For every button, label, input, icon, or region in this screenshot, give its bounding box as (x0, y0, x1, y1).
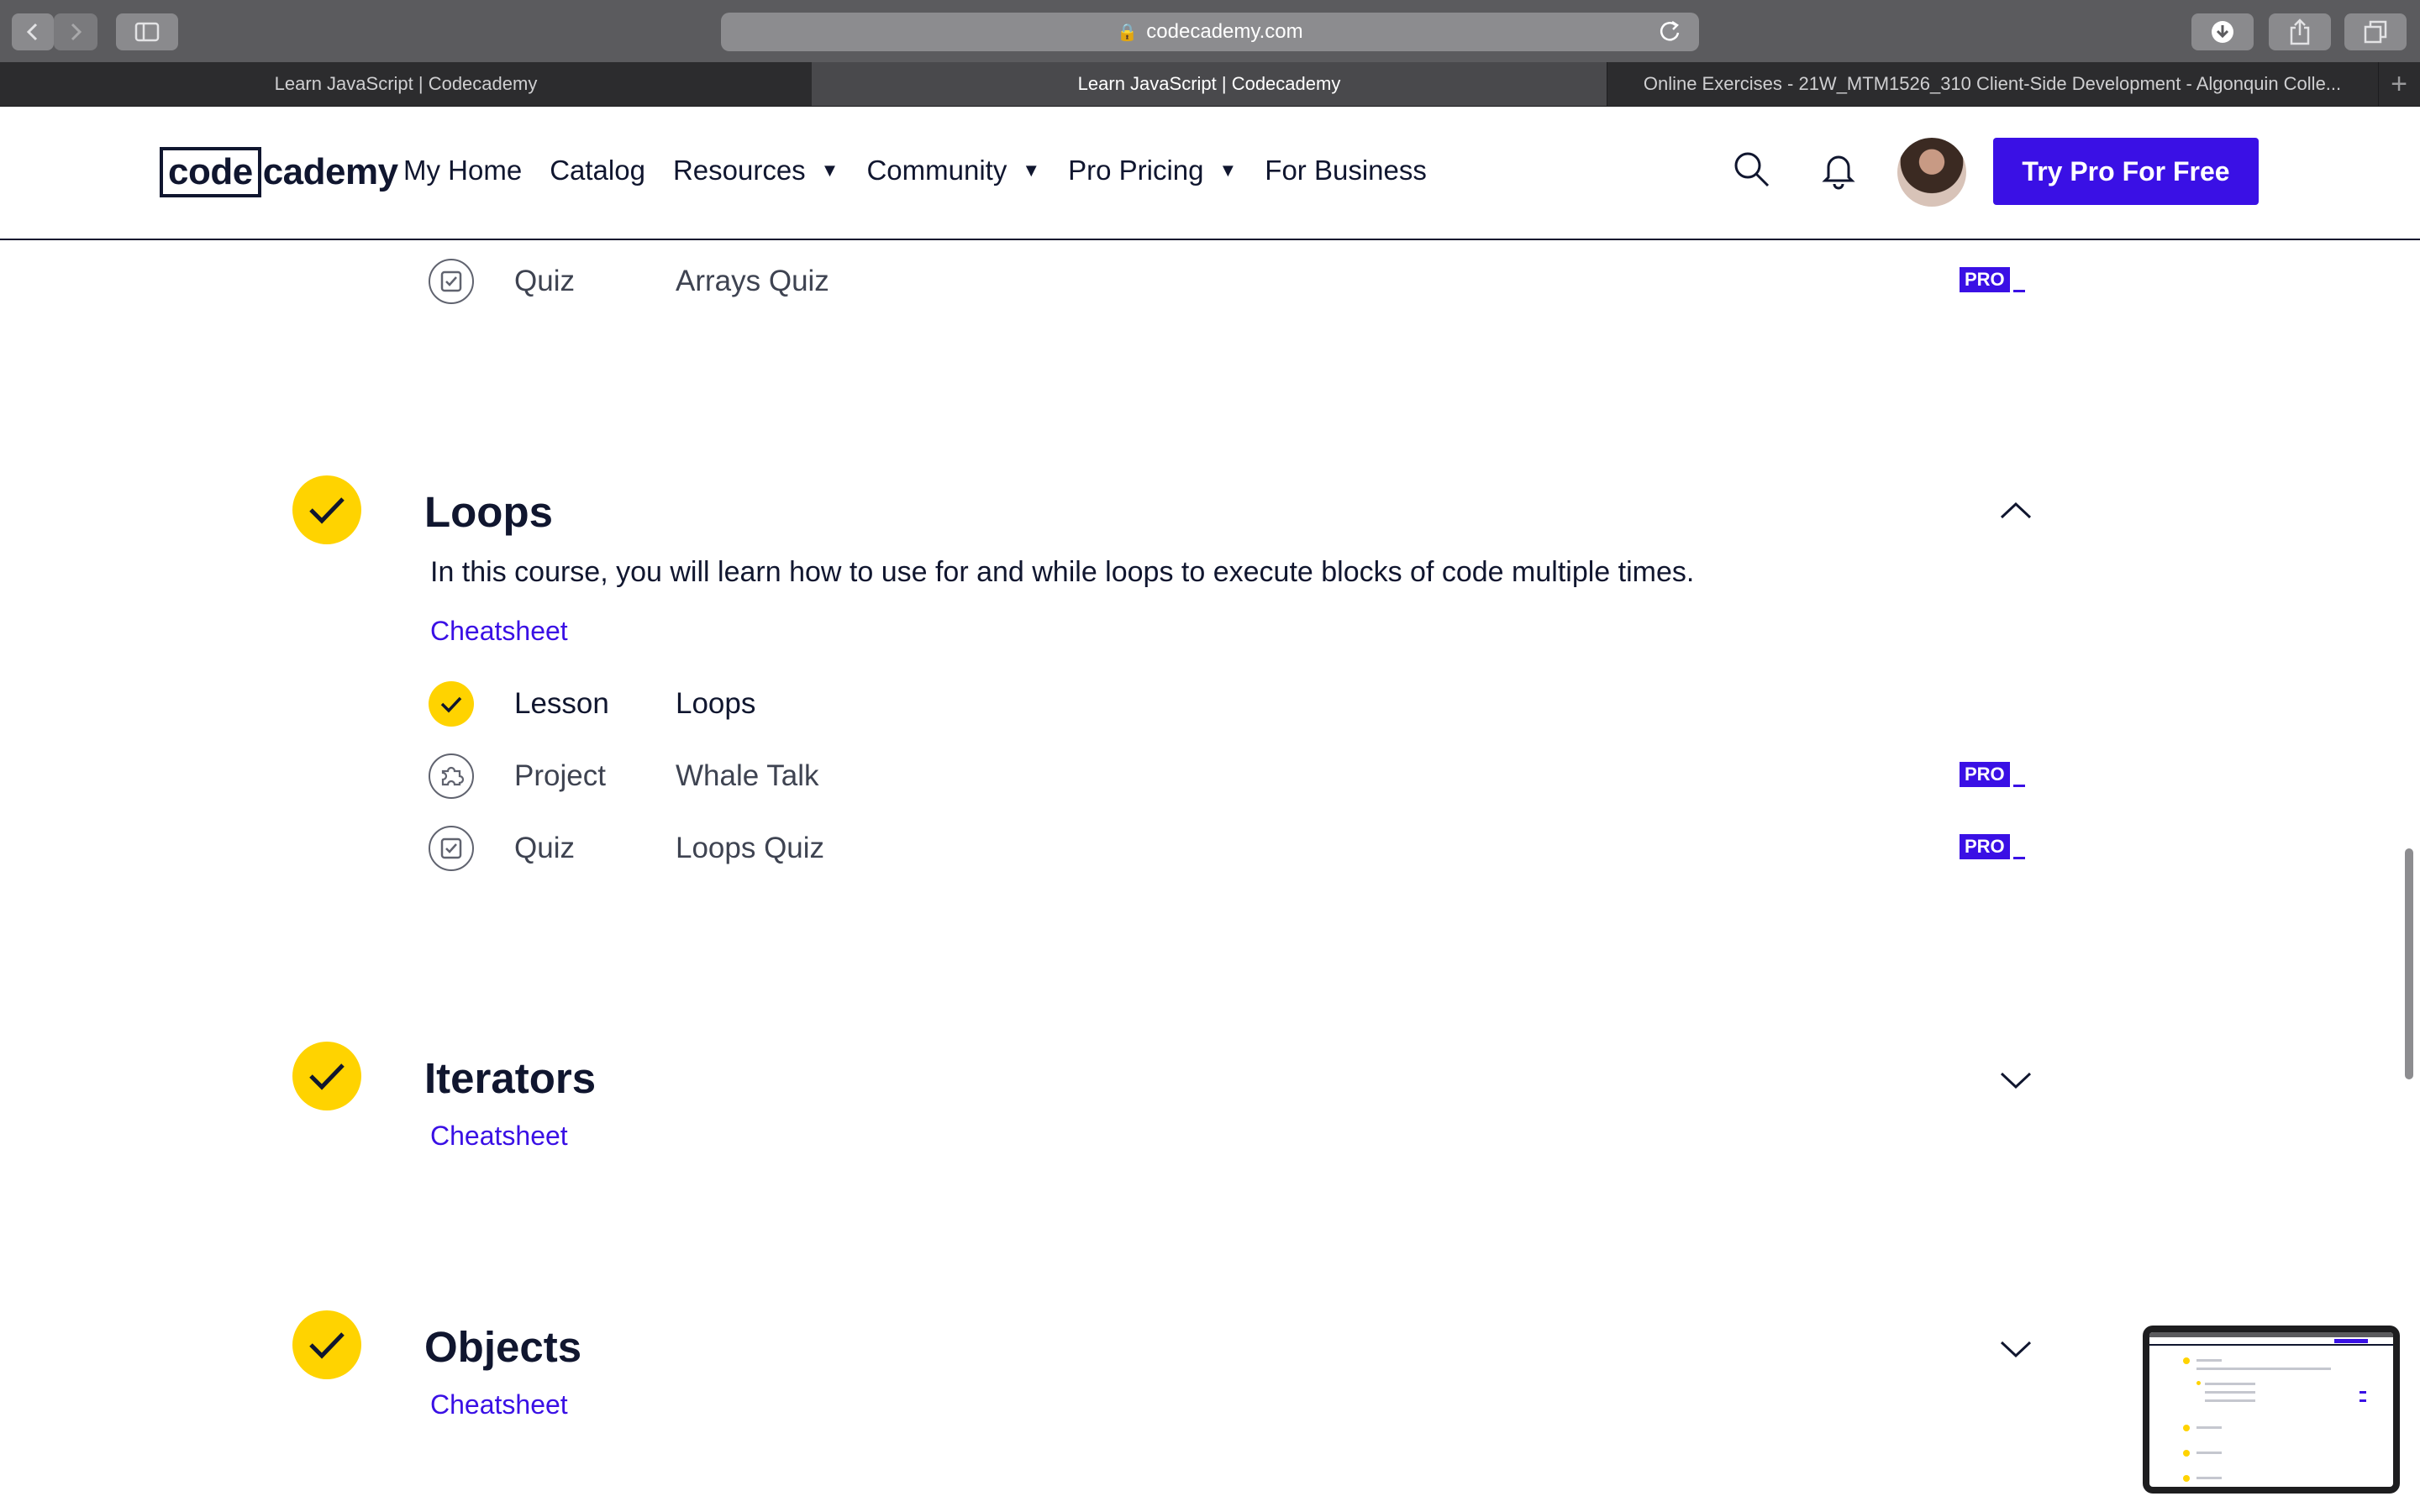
caret-down-icon: ▼ (1218, 160, 1238, 181)
item-title[interactable]: Loops Quiz (676, 832, 824, 865)
nav-label: Community (866, 155, 1007, 186)
nav-for-business[interactable]: For Business (1265, 155, 1427, 186)
try-pro-button[interactable]: Try Pro For Free (1993, 138, 2259, 205)
site-header: code cademy My Home Catalog Resources ▼ Co… (0, 107, 2420, 240)
nav-label: My Home (403, 155, 523, 186)
downloads-button[interactable] (2191, 13, 2254, 50)
scrollbar-thumb[interactable] (2405, 848, 2413, 1079)
nav-label: For Business (1265, 155, 1427, 186)
pro-badge: PRO (1960, 834, 2025, 859)
logo-text: cademy (262, 151, 398, 192)
bell-icon[interactable] (1822, 149, 1855, 192)
nav-my-home[interactable]: My Home (403, 155, 522, 186)
item-title[interactable]: Arrays Quiz (676, 265, 829, 298)
item-type: Project (514, 759, 606, 792)
quiz-icon (429, 259, 474, 304)
item-type: Quiz (514, 265, 575, 297)
list-item-project-whale-talk[interactable]: Project Whale Talk PRO (429, 751, 2025, 801)
avatar[interactable] (1897, 138, 1966, 207)
item-type: Lesson (514, 687, 609, 720)
tab-label: Online Exercises - 21W_MTM1526_310 Clien… (1643, 73, 2342, 94)
nav-label: Catalog (550, 155, 645, 186)
codecademy-logo[interactable]: code cademy (160, 147, 398, 197)
chevron-right-icon (71, 23, 82, 41)
section-description: In this course, you will learn how to us… (430, 556, 1695, 588)
lock-icon: 🔒 (1117, 23, 1139, 42)
browser-tab-active[interactable]: Learn JavaScript | Codecademy (812, 62, 1607, 106)
nav-catalog[interactable]: Catalog (550, 155, 645, 186)
browser-tab[interactable]: Learn JavaScript | Codecademy (0, 62, 813, 106)
tabs-icon (2364, 20, 2387, 44)
cheatsheet-link-objects[interactable]: Cheatsheet (430, 1389, 568, 1420)
main-nav: My Home Catalog Resources ▼ Community ▼ Pr… (403, 155, 1455, 186)
check-icon (309, 1332, 345, 1359)
tab-bar: Learn JavaScript | Codecademy Learn Java… (0, 62, 2420, 107)
section-complete-icon (292, 1310, 361, 1379)
caret-down-icon: ▼ (820, 160, 839, 181)
tab-overview-button[interactable] (2344, 13, 2407, 50)
item-title[interactable]: Whale Talk (676, 759, 819, 793)
pro-badge-label: PRO (1960, 834, 2010, 859)
tab-label: Learn JavaScript | Codecademy (274, 73, 538, 94)
chevron-down-icon[interactable] (1998, 1068, 2033, 1092)
screenshot-thumbnail[interactable] (2143, 1326, 2400, 1494)
item-type: Quiz (514, 832, 575, 864)
nav-community[interactable]: Community ▼ (866, 155, 1040, 186)
section-title-iterators[interactable]: Iterators (424, 1053, 596, 1103)
pro-badge-label: PRO (1960, 267, 2010, 292)
chevron-up-icon[interactable] (1998, 499, 2033, 522)
check-icon (309, 1063, 345, 1090)
chevron-left-icon (26, 23, 38, 41)
completed-icon (429, 681, 474, 727)
download-icon (2212, 21, 2233, 43)
quiz-icon (429, 826, 474, 871)
list-item-quiz-loops[interactable]: Quiz Loops Quiz PRO (429, 823, 2025, 874)
sidebar-toggle-button[interactable] (116, 13, 178, 50)
check-icon (309, 497, 345, 524)
caret-down-icon: ▼ (1022, 160, 1041, 181)
chevron-down-icon[interactable] (1998, 1337, 2033, 1361)
search-icon[interactable] (1731, 149, 1771, 192)
back-button[interactable] (12, 13, 54, 50)
url-text: codecademy.com (1146, 20, 1303, 43)
share-icon (2290, 18, 2310, 45)
item-title[interactable]: Loops (676, 687, 755, 721)
check-icon (440, 696, 462, 713)
share-button[interactable] (2269, 13, 2331, 50)
browser-toolbar: 🔒 codecademy.com (0, 0, 2420, 63)
pro-badge: PRO (1960, 762, 2025, 787)
browser-tab[interactable]: Online Exercises - 21W_MTM1526_310 Clien… (1607, 62, 2379, 106)
nav-resources[interactable]: Resources ▼ (673, 155, 839, 186)
section-title-objects[interactable]: Objects (424, 1322, 581, 1372)
nav-label: Pro Pricing (1068, 155, 1204, 186)
pro-badge: PRO (1960, 267, 2025, 292)
cheatsheet-link-loops[interactable]: Cheatsheet (430, 616, 568, 647)
reload-icon[interactable] (1657, 18, 1682, 45)
new-tab-button[interactable]: + (2378, 62, 2420, 106)
section-complete-icon (292, 1042, 361, 1110)
pro-badge-label: PRO (1960, 762, 2010, 787)
puzzle-icon (429, 753, 474, 799)
cheatsheet-link-iterators[interactable]: Cheatsheet (430, 1121, 568, 1152)
tab-label: Learn JavaScript | Codecademy (1077, 73, 1341, 94)
section-title-loops[interactable]: Loops (424, 487, 553, 537)
address-bar[interactable]: 🔒 codecademy.com (721, 13, 1699, 51)
sidebar-icon (134, 22, 160, 42)
thumbnail-preview (2149, 1332, 2393, 1487)
list-item-lesson-loops[interactable]: Lesson Loops (429, 679, 2025, 729)
list-item-arrays-quiz[interactable]: Quiz Arrays Quiz PRO (429, 256, 2025, 307)
section-complete-icon (292, 475, 361, 544)
logo-code-box: code (160, 147, 261, 197)
forward-button[interactable] (54, 13, 97, 50)
nav-pro-pricing[interactable]: Pro Pricing ▼ (1068, 155, 1237, 186)
nav-label: Resources (672, 155, 806, 186)
